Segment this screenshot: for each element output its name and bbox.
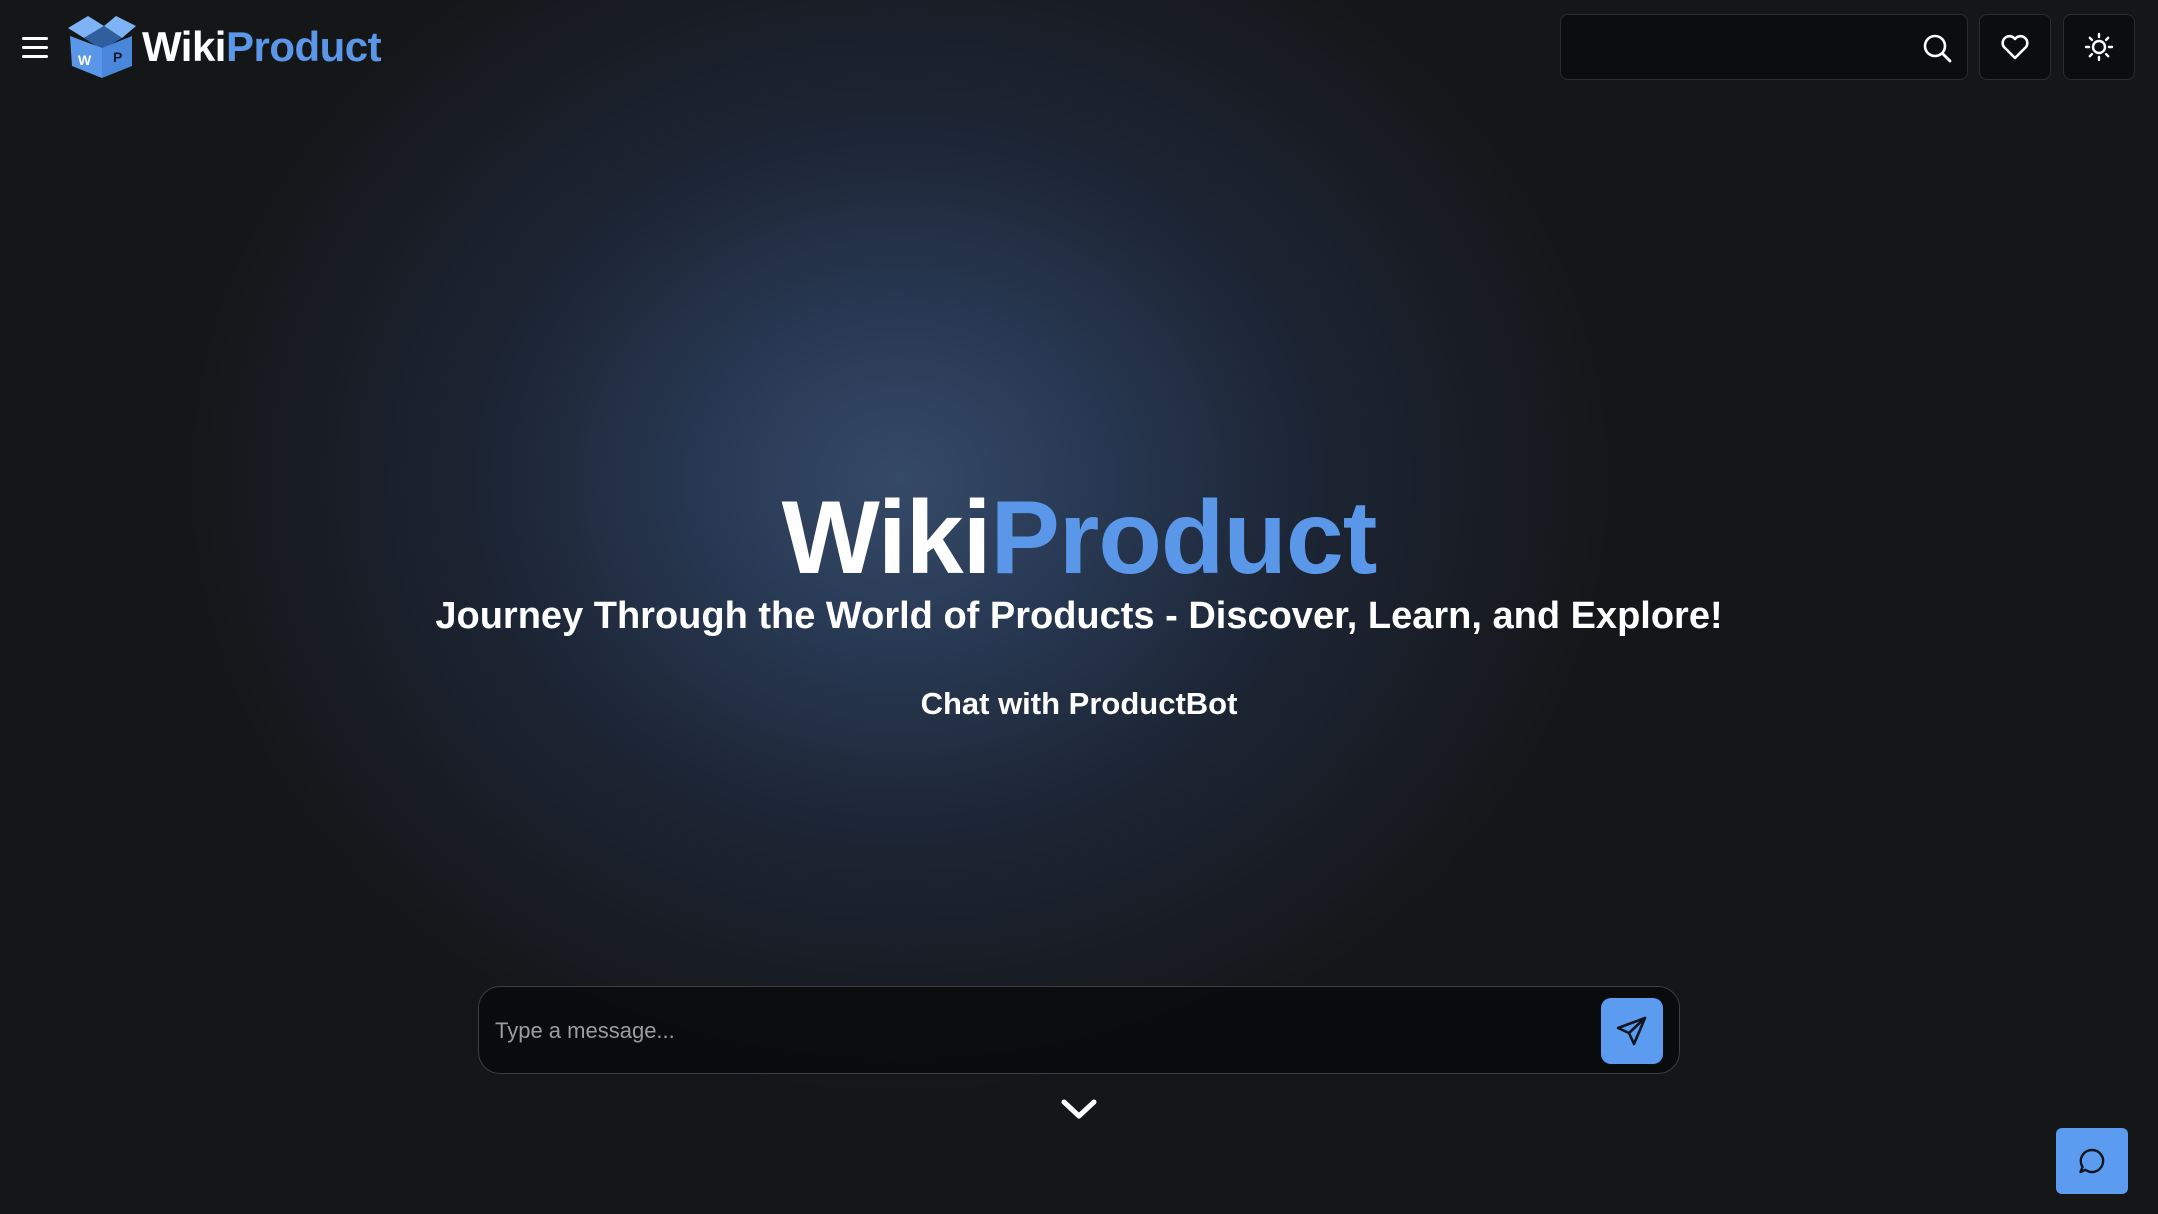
chat-bubble-icon — [2079, 1148, 2105, 1174]
chat-heading: Chat with ProductBot — [920, 686, 1238, 721]
search-icon[interactable] — [1921, 32, 1953, 64]
chat-input-bar — [478, 986, 1680, 1074]
hero-title-product: Product — [990, 480, 1377, 596]
send-icon — [1616, 1016, 1647, 1046]
logo-box-icon[interactable]: W P — [64, 14, 138, 80]
chevron-down-icon[interactable] — [1060, 1096, 1098, 1122]
logo-letter-w: W — [78, 52, 92, 68]
search-input[interactable] — [1577, 27, 1897, 69]
send-button[interactable] — [1601, 998, 1663, 1064]
menu-icon[interactable] — [18, 30, 52, 64]
brand-name-product: Product — [225, 23, 382, 70]
logo-letter-p: P — [113, 49, 122, 65]
sun-icon — [2084, 32, 2114, 62]
theme-toggle-button[interactable] — [2063, 14, 2135, 80]
hero-subtitle: Journey Through the World of Products - … — [435, 595, 1723, 637]
top-navbar: W P WikiProduct — [0, 0, 2158, 96]
favorites-button[interactable] — [1979, 14, 2051, 80]
chat-message-input[interactable] — [495, 1005, 1565, 1057]
brand-name[interactable]: WikiProduct — [142, 22, 382, 72]
hero-title: WikiProduct — [0, 478, 2158, 598]
hero-title-wiki: Wiki — [781, 480, 992, 596]
brand-name-wiki: Wiki — [142, 23, 226, 70]
open-chat-button[interactable] — [2056, 1128, 2128, 1194]
heart-icon — [2001, 34, 2029, 60]
search-box — [1560, 14, 1968, 80]
